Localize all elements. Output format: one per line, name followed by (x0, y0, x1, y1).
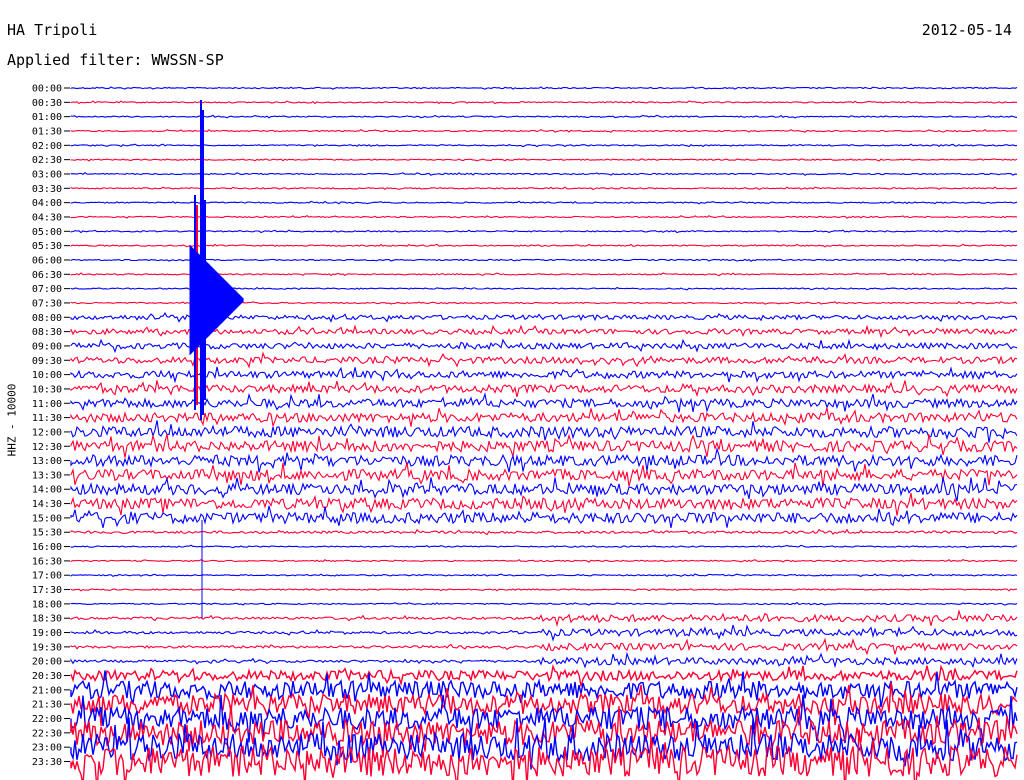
time-tick-label: 16:30 (32, 556, 62, 567)
time-tick-label: 20:00 (32, 657, 62, 668)
time-tick-label: 22:00 (32, 714, 62, 725)
trace-line (70, 573, 1018, 578)
trace-line (70, 392, 1018, 413)
time-tick-label: 19:30 (32, 642, 62, 653)
trace-line (70, 663, 1018, 687)
time-tick-label: 23:30 (32, 757, 62, 768)
time-tick-label: 11:00 (32, 399, 62, 410)
time-tick-label: 19:00 (32, 628, 62, 639)
time-tick-label: 20:30 (32, 671, 62, 682)
trace-line (70, 601, 1018, 606)
trace-line (70, 588, 1018, 592)
trace-line (70, 366, 1018, 385)
time-tick-label: 01:30 (32, 126, 62, 137)
trace-line (70, 172, 1018, 176)
time-tick-label: 16:00 (32, 542, 62, 553)
time-tick-label: 09:00 (32, 341, 62, 352)
time-tick-label: 06:00 (32, 255, 62, 266)
time-tick-label: 09:30 (32, 356, 62, 367)
trace-line (70, 143, 1018, 148)
time-tick-label: 00:00 (32, 84, 62, 95)
trace-line (70, 558, 1018, 563)
trace-line (70, 446, 1018, 473)
time-tick-label: 04:00 (32, 198, 62, 209)
trace-line (70, 528, 1018, 536)
trace-line (70, 215, 1018, 219)
time-tick-label: 13:30 (32, 470, 62, 481)
trace-line (70, 407, 1018, 428)
trace-line (70, 158, 1018, 162)
trace-line (70, 492, 1018, 516)
trace-line (70, 338, 1018, 354)
time-tick-label: 00:30 (32, 98, 62, 109)
trace-line (70, 351, 1018, 369)
trace-line (70, 200, 1018, 205)
time-tick-label: 10:00 (32, 370, 62, 381)
time-tick-label: 21:00 (32, 685, 62, 696)
time-tick-label: 23:00 (32, 743, 62, 754)
trace-line (70, 420, 1018, 443)
time-tick-label: 11:30 (32, 413, 62, 424)
time-tick-label: 07:00 (32, 284, 62, 295)
time-tick-label: 18:30 (32, 614, 62, 625)
trace-line (70, 258, 1018, 262)
time-tick-label: 05:00 (32, 227, 62, 238)
trace-line (70, 624, 1018, 642)
time-tick-label: 17:30 (32, 585, 62, 596)
trace-line (70, 128, 1018, 133)
trace-line (70, 651, 1018, 669)
trace-line (70, 114, 1018, 119)
trace-line (70, 637, 1018, 656)
trace-line (70, 380, 1018, 398)
trace-line (70, 505, 1018, 529)
trace-line (70, 186, 1018, 191)
time-tick-label: 08:00 (32, 313, 62, 324)
time-tick-label: 10:30 (32, 384, 62, 395)
time-tick-label: 15:30 (32, 528, 62, 539)
event-coda (189, 245, 244, 355)
time-tick-label: 07:30 (32, 298, 62, 309)
trace-line (70, 544, 1018, 549)
time-tick-label: 17:00 (32, 571, 62, 582)
trace-line (70, 462, 1018, 487)
time-tick-label: 12:00 (32, 427, 62, 438)
helicorder-plot: 00:00 00:30 01:00 01:30 02:00 02:30 03:00 03:30… (32, 84, 1018, 780)
trace-line (70, 608, 1018, 628)
time-tick-label: 02:30 (32, 155, 62, 166)
trace-line (70, 100, 1017, 105)
time-tick-label: 12:30 (32, 442, 62, 453)
time-tick-label: 13:00 (32, 456, 62, 467)
time-tick-label: 22:30 (32, 728, 62, 739)
time-tick-label: 03:30 (32, 184, 62, 195)
time-ticks: 00:00 00:30 01:00 01:30 02:00 02:30 03:00 03:30… (32, 84, 70, 768)
trace-line (70, 433, 1018, 458)
trace-line (70, 476, 1018, 502)
time-tick-label: 14:30 (32, 499, 62, 510)
time-tick-label: 15:00 (32, 513, 62, 524)
trace-line (70, 243, 1018, 248)
time-tick-label: 14:00 (32, 485, 62, 496)
time-tick-label: 18:00 (32, 599, 62, 610)
trace-line (70, 86, 1018, 90)
time-tick-label: 01:00 (32, 112, 62, 123)
time-tick-label: 02:00 (32, 141, 62, 152)
time-tick-label: 06:30 (32, 270, 62, 281)
trace-line (70, 229, 1018, 234)
time-tick-label: 04:30 (32, 212, 62, 223)
time-tick-label: 21:30 (32, 700, 62, 711)
time-tick-label: 05:30 (32, 241, 62, 252)
time-tick-label: 03:00 (32, 169, 62, 180)
time-tick-label: 08:30 (32, 327, 62, 338)
